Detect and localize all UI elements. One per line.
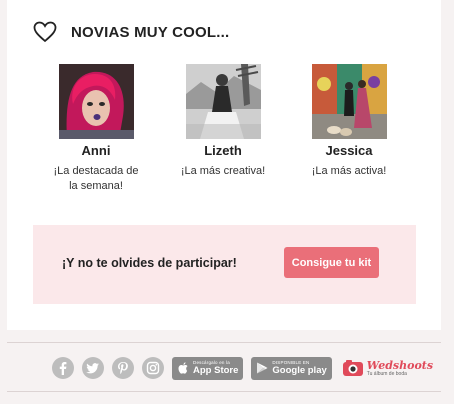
bride-name: Lizeth [204, 143, 242, 158]
app-store-button[interactable]: Descárgalo en la App Store [172, 356, 244, 380]
bride-photo[interactable] [185, 64, 261, 139]
heart-icon [33, 21, 57, 43]
footer-divider-top [7, 342, 441, 343]
instagram-icon[interactable] [142, 357, 164, 379]
section-title: NOVIAS MUY COOL... [71, 23, 230, 41]
bride-photo[interactable] [58, 64, 134, 139]
bride-caption: ¡La más activa! [299, 164, 399, 179]
bride-caption: ¡La más creativa! [173, 164, 273, 179]
cta-text: ¡Y no te olvides de participar! [62, 256, 237, 270]
google-play-label: Google play [272, 364, 327, 376]
google-play-icon [257, 362, 268, 374]
app-store-label: App Store [193, 364, 239, 376]
brand-name: Wedshoots [366, 358, 434, 372]
bride-card-jessica[interactable]: Jessica ¡La más activa! [299, 64, 399, 179]
section-header: NOVIAS MUY COOL... [33, 20, 229, 44]
bride-caption-line: la semana! [69, 180, 123, 192]
cta-banner: ¡Y no te olvides de participar! Consigue… [33, 225, 416, 304]
twitter-icon[interactable] [82, 357, 104, 379]
content-card: NOVIAS MUY COOL... Anni ¡La destacada de… [7, 0, 441, 330]
footer-divider-bottom [7, 391, 441, 392]
camera-logo-icon [342, 360, 363, 376]
apple-icon [178, 362, 188, 374]
bride-card-lizeth[interactable]: Lizeth ¡La más creativa! [173, 64, 273, 179]
google-play-button[interactable]: DISPONIBLE EN Google play [251, 356, 332, 380]
bride-card-anni[interactable]: Anni ¡La destacada de la semana! [46, 64, 146, 194]
bride-caption-line: ¡La más activa! [311, 165, 387, 177]
footer: Descárgalo en la App Store DISPONIBLE EN… [52, 356, 433, 380]
pinterest-icon[interactable] [112, 357, 134, 379]
bride-photo[interactable] [311, 64, 387, 139]
wedshoots-logo[interactable]: Wedshoots Tu álbum de boda [342, 358, 433, 378]
bride-caption-line: ¡La destacada de [53, 165, 139, 177]
bride-caption-line: ¡La más creativa! [180, 165, 266, 177]
bride-name: Anni [81, 143, 111, 158]
facebook-icon[interactable] [52, 357, 74, 379]
bride-caption: ¡La destacada de la semana! [46, 164, 146, 194]
brand-tagline: Tu álbum de boda [366, 370, 407, 377]
bride-name: Jessica [325, 143, 373, 158]
get-kit-button[interactable]: Consigue tu kit [284, 247, 379, 278]
